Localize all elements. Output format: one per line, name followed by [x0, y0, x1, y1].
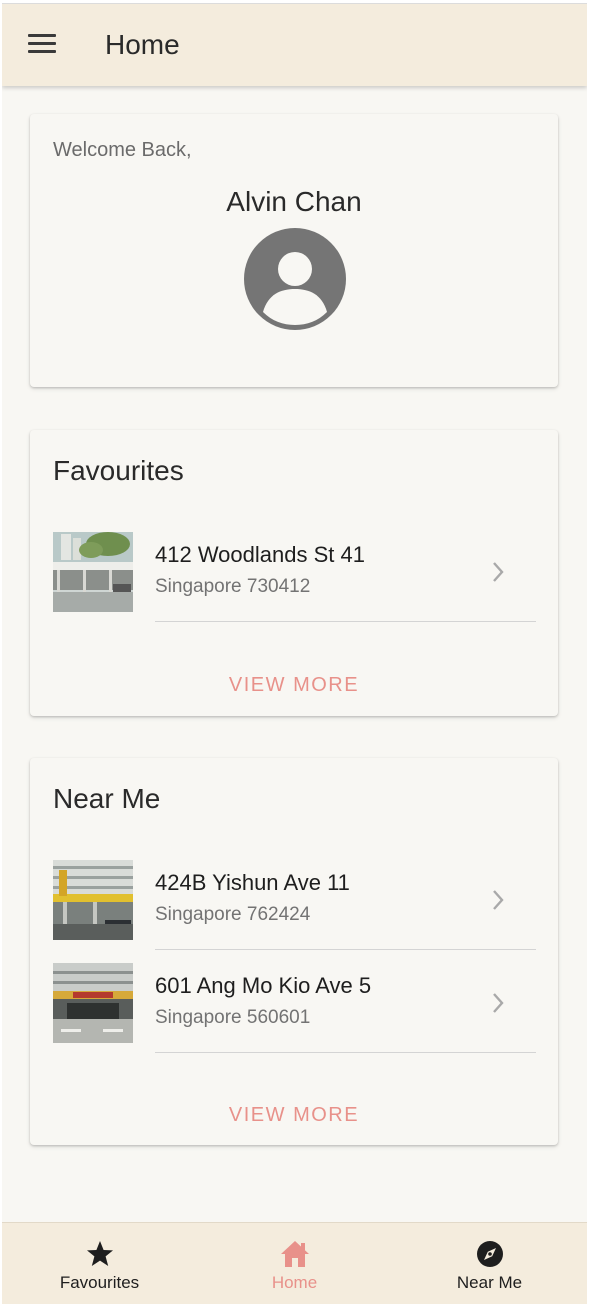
- near-me-title: Near Me: [53, 783, 161, 814]
- carpark-photo: [53, 963, 133, 1043]
- carpark-photo: [53, 860, 133, 940]
- page-title: Home: [105, 29, 180, 60]
- list-item[interactable]: 601 Ang Mo Kio Ave 5 Singapore 560601: [30, 963, 558, 1043]
- list-item[interactable]: 412 Woodlands St 41 Singapore 730412: [30, 532, 558, 612]
- divider: [155, 949, 536, 950]
- welcome-greeting: Welcome Back,: [53, 139, 192, 161]
- nav-label: Home: [271, 1273, 318, 1292]
- star-icon: [87, 1241, 113, 1266]
- hamburger-menu-icon[interactable]: [28, 34, 56, 54]
- item-title: 601 Ang Mo Kio Ave 5: [155, 973, 372, 998]
- favourites-title: Favourites: [53, 455, 184, 486]
- item-subtitle: Singapore 730412: [155, 576, 311, 597]
- nav-label: Near Me: [456, 1273, 523, 1292]
- nav-item-favourites[interactable]: Favourites: [2, 1223, 197, 1304]
- account-circle-icon: [244, 228, 346, 330]
- nav-item-near-me[interactable]: Near Me: [392, 1223, 587, 1304]
- user-name: Alvin Chan: [226, 186, 362, 217]
- compass-icon: [477, 1241, 503, 1267]
- carpark-photo: [53, 532, 133, 612]
- divider: [155, 1052, 536, 1053]
- divider: [155, 621, 536, 622]
- item-subtitle: Singapore 762424: [155, 904, 311, 925]
- welcome-card: Welcome Back, Alvin Chan: [30, 114, 558, 387]
- chevron-right-icon: [493, 562, 504, 582]
- app-bar: Home: [2, 4, 587, 86]
- nav-label: Favourites: [59, 1273, 140, 1292]
- item-title: 412 Woodlands St 41: [155, 542, 365, 567]
- favourites-view-more-button[interactable]: VIEW MORE: [30, 674, 558, 697]
- item-subtitle: Singapore 560601: [155, 1007, 311, 1028]
- home-icon: [281, 1241, 309, 1267]
- item-title: 424B Yishun Ave 11: [155, 870, 350, 895]
- list-item[interactable]: 424B Yishun Ave 11 Singapore 762424: [30, 860, 558, 940]
- near-me-card: Near Me 424B Yishun Ave 11 Singapore 762…: [30, 758, 558, 1145]
- bottom-navigation: Favourites Home Near Me: [2, 1222, 587, 1304]
- app-screen: Home Welcome Back, Alvin Chan Favourites: [2, 3, 587, 1304]
- favourites-card: Favourites 412 Woodlands St 41 Singapore…: [30, 430, 558, 716]
- near-me-view-more-button[interactable]: VIEW MORE: [30, 1104, 558, 1127]
- chevron-right-icon: [493, 993, 504, 1013]
- chevron-right-icon: [493, 890, 504, 910]
- nav-item-home[interactable]: Home: [197, 1223, 392, 1304]
